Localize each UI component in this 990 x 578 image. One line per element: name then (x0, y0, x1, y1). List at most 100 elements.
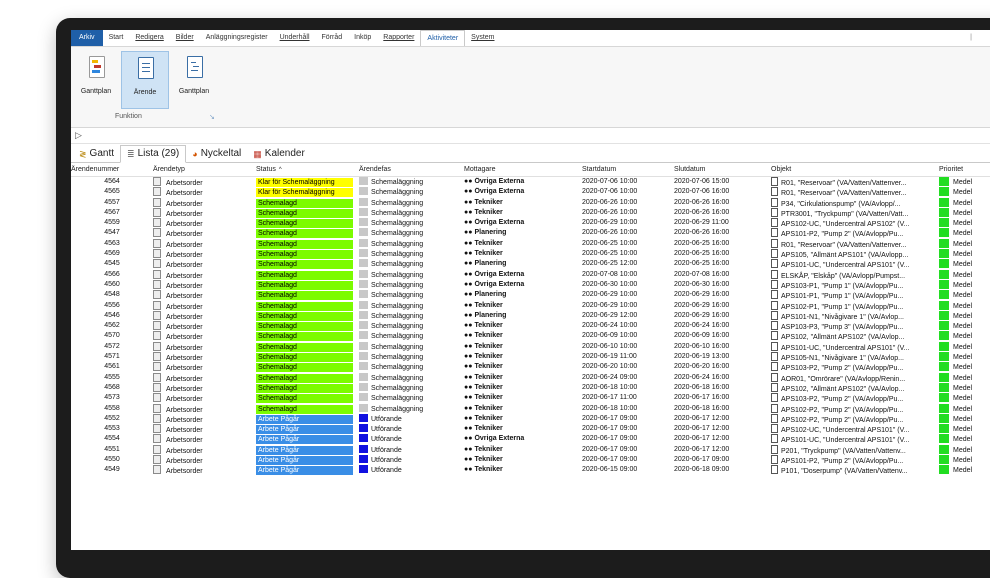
order-type-icon (153, 424, 161, 434)
table-row[interactable]: 4567 Arbetsorder Schemalagd Schemaläggning ●… (71, 207, 990, 218)
expand-arrow-icon[interactable]: ▷ (75, 130, 82, 140)
order-type-icon (153, 393, 161, 403)
table-row[interactable]: 4553 Arbetsorder Arbete Pågår Utförande ●● Te… (71, 424, 990, 435)
menu-inkop[interactable]: Inköp (348, 30, 377, 46)
group-users-icon: ●● (464, 425, 473, 433)
cell-phase: Schemaläggning (359, 310, 464, 321)
cell-phase: Schemaläggning (359, 341, 464, 352)
menu-underhall[interactable]: Underhåll (274, 30, 316, 46)
ribbon-ganttplan-button[interactable]: Ganttplan (73, 51, 119, 107)
col-header-start[interactable]: Startdatum (582, 163, 674, 176)
col-header-phase[interactable]: Ärendefas (359, 163, 464, 176)
menu-forrad[interactable]: Förråd (316, 30, 349, 46)
ribbon-ganttplan-doc-button[interactable]: Ganttplan (171, 51, 217, 107)
phase-color-swatch (359, 465, 368, 474)
calendar-icon: ▦ (253, 149, 262, 159)
table-row[interactable]: 4552 Arbetsorder Arbete Pågår Utförande ●● Te… (71, 413, 990, 424)
menu-aktiviteter[interactable]: Aktiviteter (420, 30, 466, 46)
table-row[interactable]: 4561 Arbetsorder Schemalagd Schemaläggning ●… (71, 362, 990, 373)
col-header-type[interactable]: Ärendetyp (153, 163, 256, 176)
table-row[interactable]: 4566 Arbetsorder Schemalagd Schemaläggning ●… (71, 269, 990, 280)
cell-object: APS101-N1, "Nivågivare 1" (VA/Avlop... (771, 310, 939, 321)
menu-bilder[interactable]: Bilder (170, 30, 200, 46)
table-row[interactable]: 4557 Arbetsorder Schemalagd Schemaläggning ●… (71, 197, 990, 208)
col-header-num[interactable]: Ärendenummer (71, 163, 153, 176)
col-header-receiver[interactable]: Mottagare (464, 163, 582, 176)
table-row[interactable]: 4545 Arbetsorder Schemalagd Schemaläggning ●… (71, 259, 990, 270)
table-row[interactable]: 4556 Arbetsorder Schemalagd Schemaläggning ●… (71, 300, 990, 311)
table-row[interactable]: 4549 Arbetsorder Arbete Pågår Utförande ●● Te… (71, 465, 990, 476)
table-row[interactable]: 4571 Arbetsorder Schemalagd Schemaläggning ●… (71, 352, 990, 363)
table-row[interactable]: 4564 Arbetsorder Klar för Schemaläggning Sc… (71, 177, 990, 187)
cell-type-label: Arbetsorder (166, 468, 203, 476)
cell-receiver-label: Tekniker (474, 208, 503, 216)
table-row[interactable]: 4562 Arbetsorder Schemalagd Schemaläggning ●… (71, 321, 990, 332)
object-icon (771, 382, 778, 392)
object-icon (771, 362, 778, 372)
table-row[interactable]: 4573 Arbetsorder Schemalagd Schemaläggning ●… (71, 393, 990, 404)
menu-rapporter[interactable]: Rapporter (377, 30, 420, 46)
cell-num: 4569 (104, 250, 120, 258)
table-row[interactable]: 4570 Arbetsorder Schemalagd Schemaläggning ●… (71, 331, 990, 342)
cell-phase: Schemaläggning (359, 207, 464, 218)
cell-start: 2020-06-09 10:00 (582, 332, 638, 340)
cell-end: 2020-06-29 16:00 (674, 311, 730, 319)
menu-redigera[interactable]: Redigera (129, 30, 169, 46)
cell-receiver: ●● Tekniker (464, 321, 582, 331)
cell-object-label: AOR01, "Omrörare" (VA/Avlopp/Renin... (781, 375, 906, 383)
cell-priority: Medel (939, 352, 989, 362)
cell-num: 4557 (104, 198, 120, 206)
tab-lista[interactable]: ≣ Lista (29) (120, 145, 187, 163)
cell-object: R01, "Reservoar" (VA/Vatten/Vattenver... (771, 187, 939, 197)
cell-phase: Utförande (359, 444, 464, 455)
table-row[interactable]: 4546 Arbetsorder Schemalagd Schemaläggning ●… (71, 310, 990, 321)
cell-start: 2020-06-26 10:00 (582, 198, 638, 206)
cell-type-label: Arbetsorder (166, 365, 203, 373)
col-header-priority[interactable]: Prioritet (939, 163, 989, 176)
phase-color-swatch (359, 434, 368, 443)
table-row[interactable]: 4559 Arbetsorder Schemalagd Schemaläggning ●… (71, 218, 990, 229)
cell-receiver: ●● Övriga Externa (464, 187, 582, 197)
cell-object: APS102-P1, "Pump 1" (VA/Avlopp/Pu... (771, 300, 939, 311)
col-header-status[interactable]: Status ^ (256, 163, 359, 176)
cell-num: 4549 (104, 466, 120, 474)
cell-object-label: APS101-P2, "Pump 2" (VA/Avlopp/Pu... (781, 458, 904, 466)
table-row[interactable]: 4565 Arbetsorder Klar för Schemaläggning Sc… (71, 187, 990, 198)
ribbon-group-expand-icon[interactable]: ↘ (209, 113, 215, 121)
object-icon (771, 393, 778, 403)
cell-receiver: ●● Tekniker (464, 239, 582, 249)
table-row[interactable]: 4550 Arbetsorder Arbete Pågår Utförande ●● Te… (71, 455, 990, 466)
table-row[interactable]: 4548 Arbetsorder Schemalagd Schemaläggning ●… (71, 290, 990, 301)
table-row[interactable]: 4560 Arbetsorder Schemalagd Schemaläggning ●… (71, 279, 990, 290)
tab-gantt[interactable]: ≷ Gantt (73, 146, 120, 162)
menu-system[interactable]: System (465, 30, 500, 46)
table-row[interactable]: 4551 Arbetsorder Arbete Pågår Utförande ●● Te… (71, 444, 990, 455)
table-row[interactable]: 4563 Arbetsorder Schemalagd Schemaläggning ●… (71, 238, 990, 249)
cell-priority-label: Medel (953, 240, 973, 248)
tab-nyckeltal[interactable]: ◕ Nyckeltal (186, 146, 247, 162)
col-header-object[interactable]: Objekt (771, 163, 939, 176)
cell-type-label: Arbetsorder (166, 324, 203, 332)
table-row[interactable]: 4554 Arbetsorder Arbete Pågår Utförande ●● Öv… (71, 434, 990, 445)
document-icon (134, 57, 156, 83)
menu-arkiv[interactable]: Arkiv (71, 30, 103, 46)
priority-swatch (939, 403, 949, 413)
phase-color-swatch (359, 382, 368, 391)
cell-receiver: ●● Tekniker (464, 373, 582, 383)
phase-color-swatch (359, 279, 368, 288)
cell-phase-label: Schemaläggning (371, 199, 424, 207)
tab-kalender[interactable]: ▦ Kalender (247, 146, 311, 162)
table-row[interactable]: 4555 Arbetsorder Schemalagd Schemaläggning ●… (71, 372, 990, 383)
menu-anlaggningsregister[interactable]: Anläggningsregister (200, 30, 274, 46)
table-row[interactable]: 4568 Arbetsorder Schemalagd Schemaläggning ●… (71, 382, 990, 393)
ribbon-arende-button[interactable]: Ärende (121, 51, 169, 109)
phase-color-swatch (359, 177, 368, 185)
table-row[interactable]: 4547 Arbetsorder Schemalagd Schemaläggning ●… (71, 228, 990, 239)
table-row[interactable]: 4569 Arbetsorder Schemalagd Schemaläggning ●… (71, 249, 990, 260)
menu-start[interactable]: Start (103, 30, 130, 46)
cell-phase: Schemaläggning (359, 259, 464, 269)
col-header-end[interactable]: Slutdatum (674, 163, 771, 176)
table-row[interactable]: 4558 Arbetsorder Schemalagd Schemaläggning ●… (71, 403, 990, 414)
cell-priority-label: Medel (953, 271, 973, 279)
table-row[interactable]: 4572 Arbetsorder Schemalagd Schemaläggning ●… (71, 341, 990, 352)
